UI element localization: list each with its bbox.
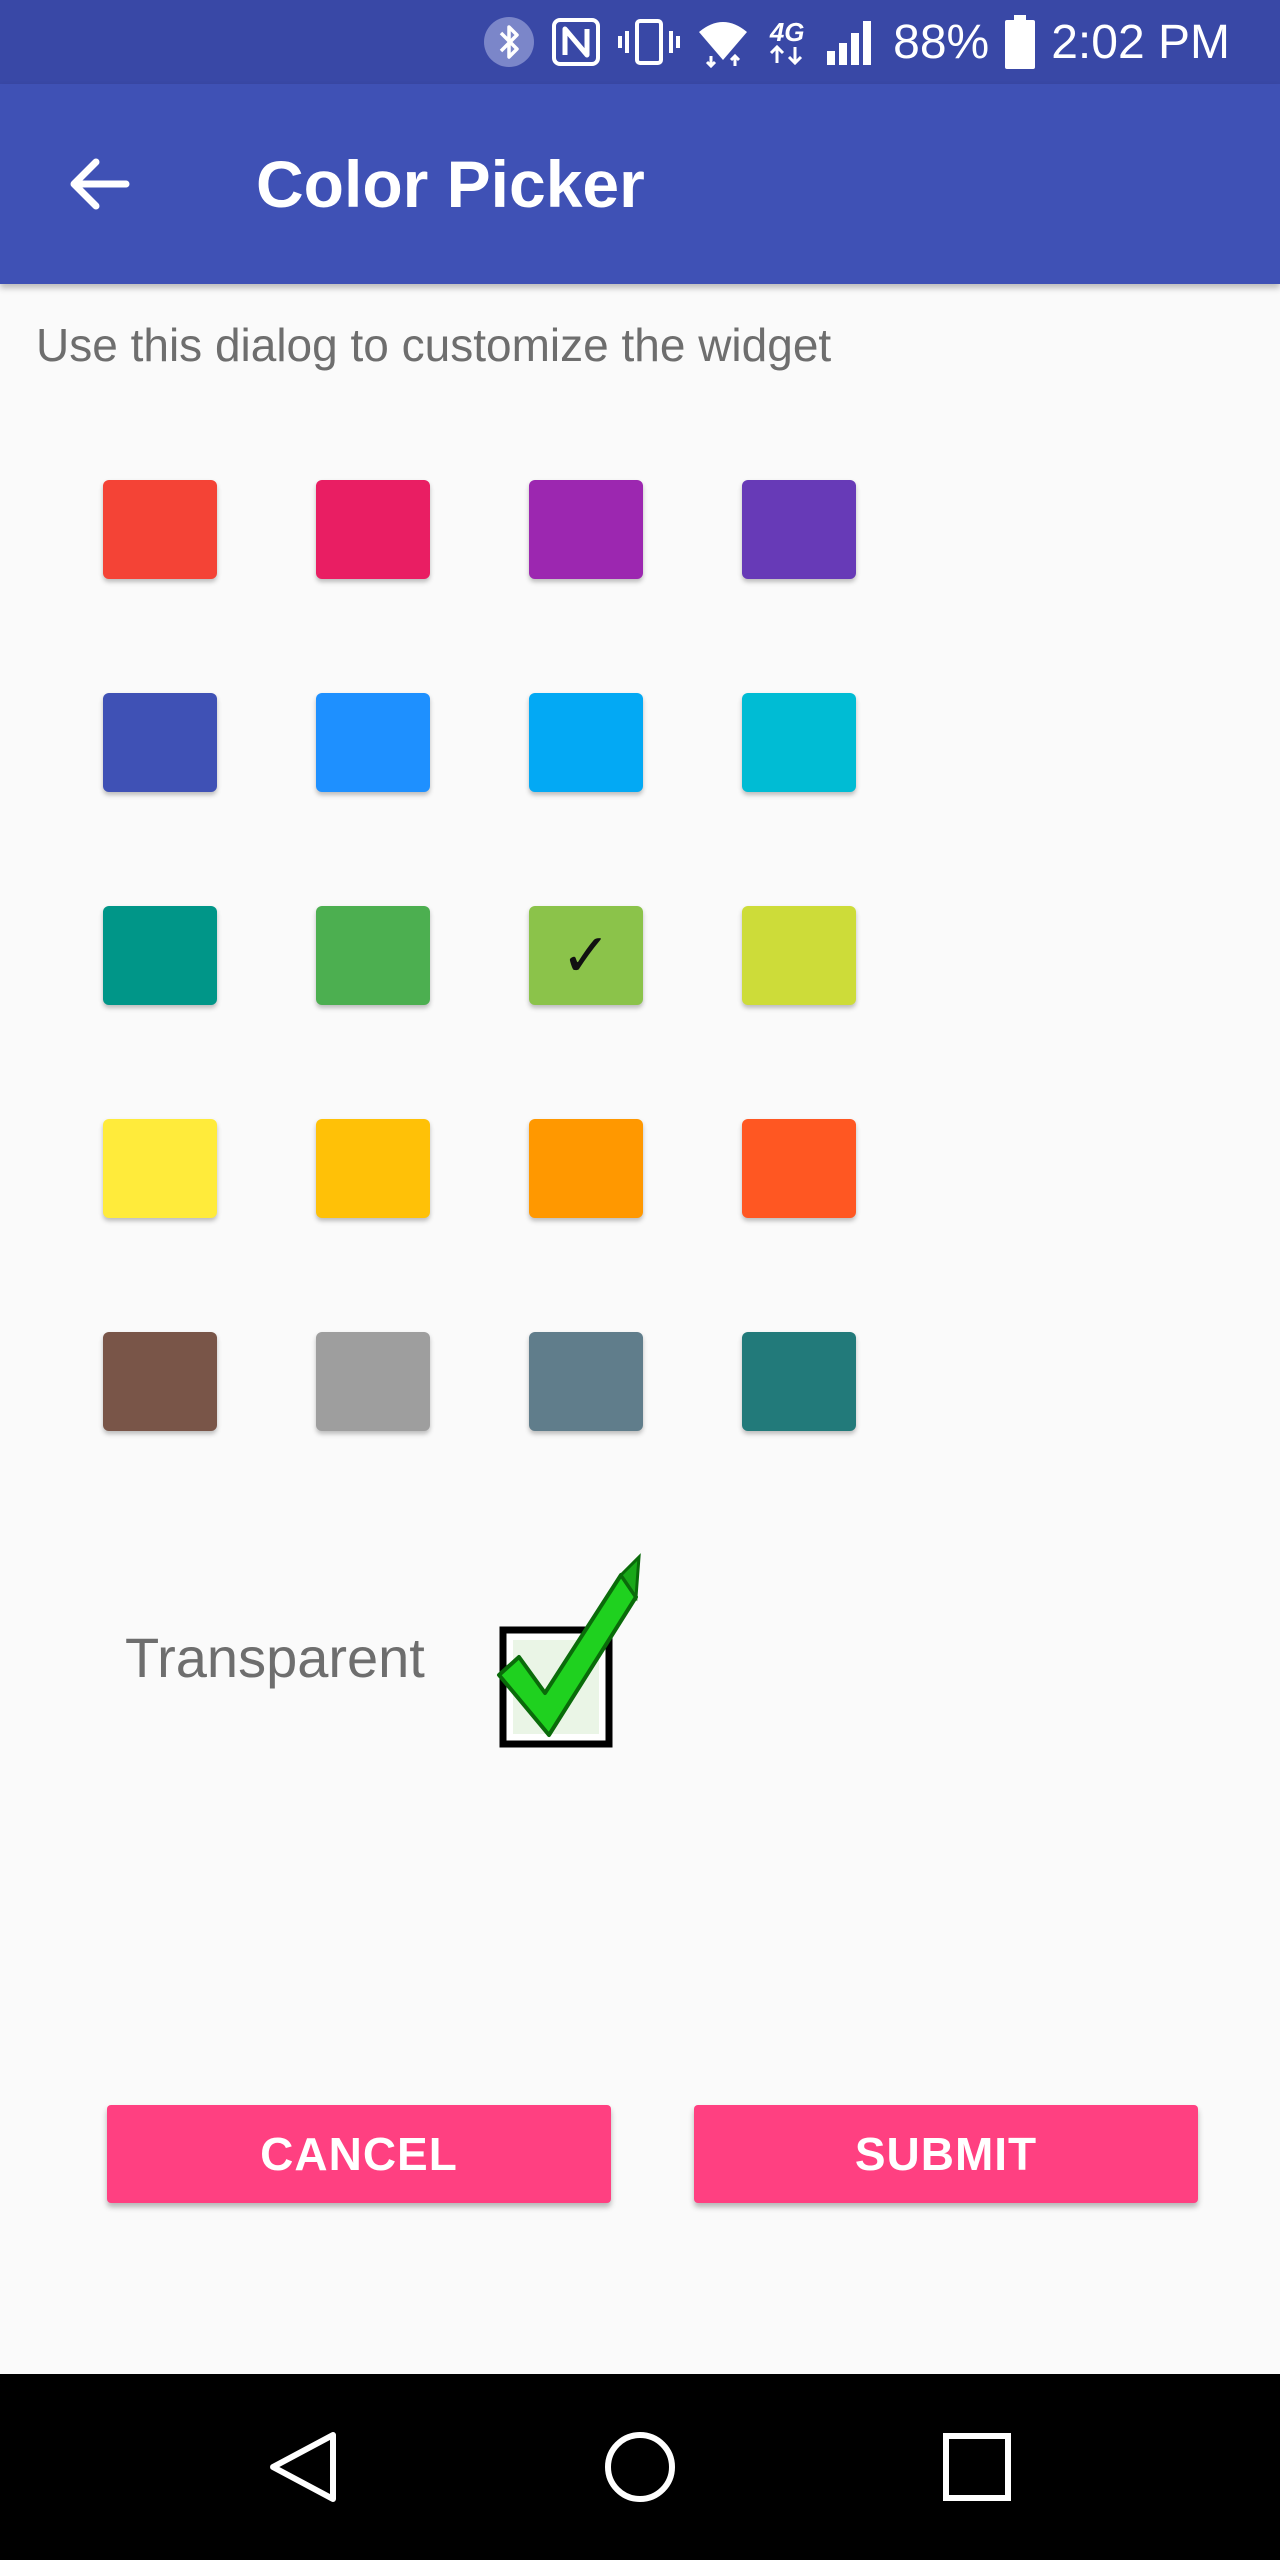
nav-recents-button[interactable] — [922, 2412, 1032, 2522]
dialog-instruction: Use this dialog to customize the widget — [36, 319, 832, 371]
color-swatch[interactable] — [742, 693, 856, 792]
color-swatch[interactable] — [103, 1119, 217, 1218]
color-swatch-grid: ✓ — [103, 480, 858, 1434]
color-swatch[interactable] — [316, 906, 430, 1005]
navigation-bar — [0, 2374, 1280, 2560]
nfc-icon — [551, 17, 601, 67]
color-swatch[interactable] — [103, 906, 217, 1005]
app-bar: Color Picker — [0, 84, 1280, 284]
color-swatch[interactable] — [742, 1332, 856, 1431]
arrow-back-icon — [70, 158, 130, 210]
network-type-label: 4G — [769, 17, 805, 47]
color-swatch[interactable] — [529, 1332, 643, 1431]
back-button[interactable] — [48, 134, 148, 234]
color-swatch[interactable] — [316, 1332, 430, 1431]
nav-home-button[interactable] — [585, 2412, 695, 2522]
color-swatch[interactable] — [316, 480, 430, 579]
status-icons: 4G 88% 2:02 PM — [483, 0, 1230, 84]
signal-icon — [825, 17, 877, 67]
submit-button[interactable]: SUBMIT — [694, 2105, 1198, 2203]
transparent-label: Transparent — [125, 1626, 425, 1689]
color-swatch[interactable] — [529, 1119, 643, 1218]
color-swatch[interactable] — [103, 480, 217, 579]
vibrate-icon — [617, 17, 681, 67]
color-swatch[interactable]: ✓ — [529, 906, 643, 1005]
color-swatch[interactable] — [529, 693, 643, 792]
color-swatch[interactable] — [103, 693, 217, 792]
color-swatch[interactable] — [529, 480, 643, 579]
page-title: Color Picker — [256, 147, 645, 221]
status-bar: 4G 88% 2:02 PM — [0, 0, 1280, 84]
cancel-button[interactable]: CANCEL — [107, 2105, 611, 2203]
color-swatch[interactable] — [742, 480, 856, 579]
bluetooth-icon — [483, 16, 535, 68]
nav-back-button[interactable] — [248, 2412, 358, 2522]
color-swatch[interactable] — [742, 1119, 856, 1218]
clock: 2:02 PM — [1051, 15, 1230, 69]
battery-percent: 88% — [893, 15, 990, 69]
home-circle-icon — [605, 2432, 675, 2502]
back-triangle-icon — [270, 2432, 336, 2502]
green-checkmark-icon — [497, 1553, 641, 1748]
color-swatch[interactable] — [742, 906, 856, 1005]
color-swatch[interactable] — [103, 1332, 217, 1431]
recents-square-icon — [943, 2433, 1011, 2501]
transparent-checkbox[interactable] — [495, 1545, 645, 1755]
selected-check-icon: ✓ — [560, 920, 612, 991]
battery-icon — [1005, 15, 1036, 69]
color-swatch[interactable] — [316, 693, 430, 792]
color-swatch[interactable] — [316, 1119, 430, 1218]
wifi-icon — [697, 16, 749, 68]
4g-lte-icon: 4G — [765, 19, 809, 65]
